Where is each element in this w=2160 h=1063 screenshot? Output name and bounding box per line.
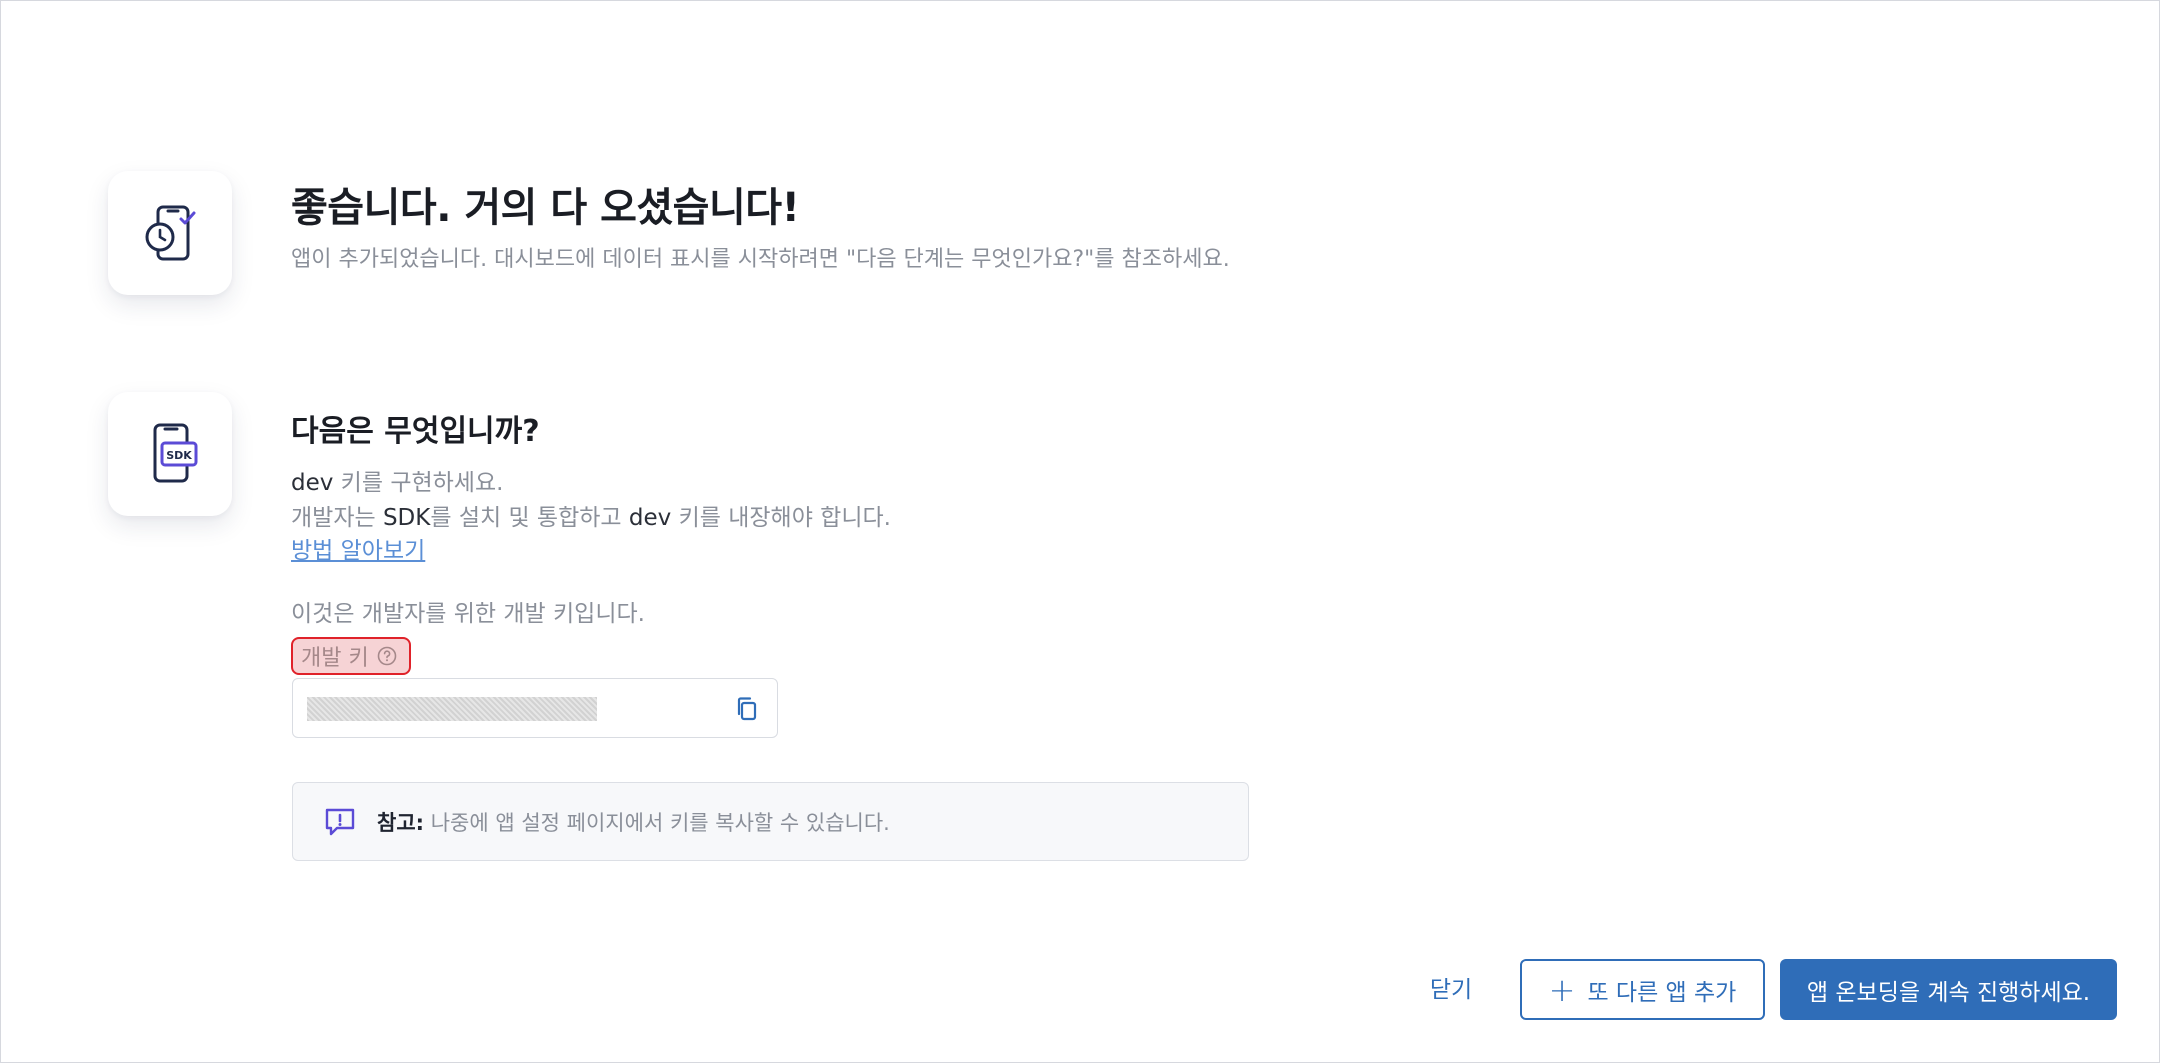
sdk-instruction-part: 를 설치 및 통합하고 — [430, 505, 629, 531]
message-alert-icon — [325, 808, 355, 836]
dev-key-label-text: 개발 키 — [301, 646, 369, 671]
implement-key-text: dev 키를 구현하세요. — [291, 463, 503, 497]
dialog: 좋습니다. 거의 다 오셨습니다! 앱이 추가되었습니다. 대시보드에 데이터 … — [0, 0, 2160, 1063]
dev-key-value[interactable]: •••••••••••••••••••••••••••••••• — [307, 697, 597, 721]
note-banner: 참고: 나중에 앱 설정 페이지에서 키를 복사할 수 있습니다. — [292, 782, 1249, 861]
sdk-keyword: SDK — [382, 505, 431, 531]
sdk-instruction-part: 키를 내장해야 합니다. — [671, 505, 891, 531]
add-another-app-button[interactable]: + 또 다른 앱 추가 — [1520, 959, 1765, 1020]
dev-key-field[interactable]: •••••••••••••••••••••••••••••••• — [292, 678, 778, 738]
phone-sdk-icon: SDK — [153, 423, 198, 483]
note-bold-label: 참고: — [377, 811, 425, 835]
sdk-instruction-part: 개발자는 — [291, 505, 383, 531]
help-circle-icon[interactable] — [377, 646, 397, 666]
learn-how-link[interactable]: 방법 알아보기 — [291, 531, 425, 565]
svg-text:SDK: SDK — [166, 449, 192, 462]
success-icon-card — [108, 171, 232, 295]
dev-keyword: dev — [628, 505, 672, 531]
phone-clock-check-icon — [145, 205, 196, 261]
next-steps-title: 다음은 무엇입니까? — [291, 414, 540, 449]
page-title: 좋습니다. 거의 다 오셨습니다! — [291, 185, 800, 231]
continue-onboarding-button[interactable]: 앱 온보딩을 계속 진행하세요. — [1780, 959, 2117, 1020]
dev-keyword: dev — [291, 470, 334, 496]
plus-icon: + — [1548, 970, 1576, 1009]
note-body: 나중에 앱 설정 페이지에서 키를 복사할 수 있습니다. — [424, 811, 890, 835]
sdk-instruction-text: 개발자는 SDK를 설치 및 통합하고 dev 키를 내장해야 합니다. — [291, 498, 891, 532]
note-text: 참고: 나중에 앱 설정 페이지에서 키를 복사할 수 있습니다. — [377, 807, 890, 837]
dev-key-intro: 이것은 개발자를 위한 개발 키입니다. — [291, 601, 645, 627]
close-button[interactable]: 닫기 — [1411, 959, 1491, 1015]
copy-icon[interactable] — [733, 695, 761, 723]
implement-key-rest: 키를 구현하세요. — [333, 470, 504, 496]
add-another-app-label: 또 다른 앱 추가 — [1587, 979, 1737, 1006]
page-subtitle: 앱이 추가되었습니다. 대시보드에 데이터 표시를 시작하려면 "다음 단계는 … — [291, 247, 1230, 272]
next-steps-icon-card: SDK — [108, 392, 232, 516]
dev-key-label: 개발 키 — [291, 637, 411, 675]
